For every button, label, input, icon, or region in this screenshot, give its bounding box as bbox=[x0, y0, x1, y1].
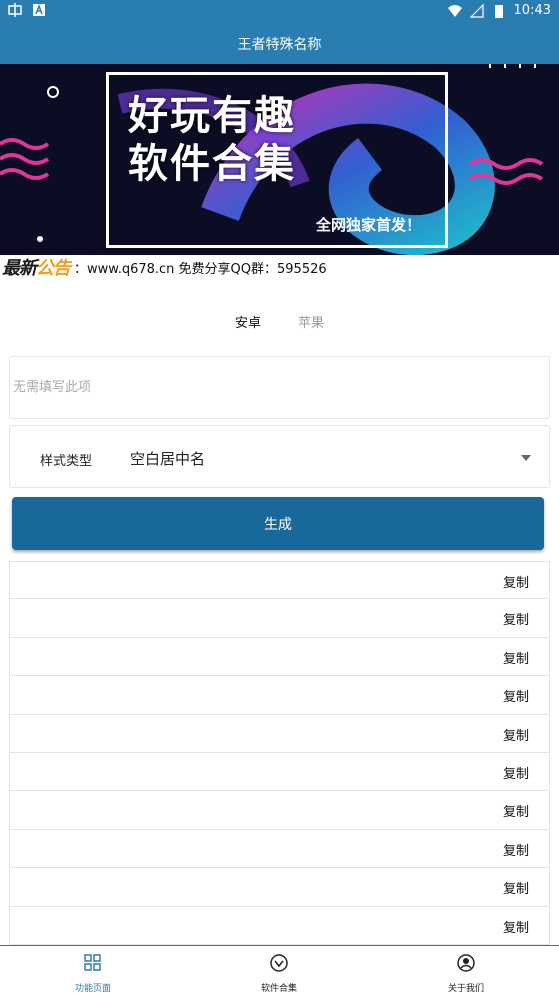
tab-ios[interactable]: 苹果 bbox=[298, 312, 324, 331]
style-select-label: 样式类型 bbox=[40, 454, 93, 469]
copy-button[interactable]: 复制 bbox=[503, 725, 529, 744]
style-select[interactable]: 样式类型 空白居中名 bbox=[9, 425, 550, 488]
banner-title-line2: 软件合集 bbox=[128, 141, 296, 187]
copy-button[interactable]: 复制 bbox=[503, 609, 529, 628]
nav-item-about[interactable]: 关于我们 bbox=[416, 950, 516, 995]
result-row: 复制 bbox=[9, 906, 550, 945]
style-select-value: 空白居中名 bbox=[130, 450, 206, 468]
copy-button[interactable]: 复制 bbox=[503, 840, 529, 859]
notice-badge-new: 最新 bbox=[2, 258, 37, 279]
copy-button[interactable]: 复制 bbox=[503, 686, 529, 705]
result-row: 复制 bbox=[9, 868, 550, 907]
result-row: 复制 bbox=[9, 714, 550, 753]
battery-icon bbox=[494, 4, 503, 18]
result-row: 复制 bbox=[9, 752, 550, 792]
copy-button[interactable]: 复制 bbox=[503, 572, 529, 591]
bottom-nav: 功能页面 软件合集 关于我们 bbox=[0, 945, 559, 994]
notice-badge: 最新公告 bbox=[0, 254, 71, 280]
promo-banner[interactable]: 好玩有趣 软件合集 全网独家首发！ bbox=[0, 64, 559, 255]
app-notification-icon bbox=[8, 3, 22, 17]
about-icon bbox=[457, 954, 475, 972]
grid-icon bbox=[84, 954, 101, 971]
notice-badge-announcement: 公告 bbox=[36, 258, 71, 279]
wifi-icon bbox=[447, 4, 462, 17]
result-row: 复制 bbox=[9, 637, 550, 677]
status-right: 10:43 bbox=[447, 3, 551, 18]
copy-button[interactable]: 复制 bbox=[503, 801, 529, 820]
result-row: 复制 bbox=[9, 561, 550, 600]
notice-bar: 最新公告 ：www.q678.cn 免费分享QQ群：595526 bbox=[0, 255, 559, 279]
app-bar: 王者特殊名称 bbox=[0, 24, 559, 64]
banner-subtitle: 全网独家首发！ bbox=[316, 216, 422, 234]
result-row: 复制 bbox=[9, 676, 550, 715]
status-time: 10:43 bbox=[513, 3, 551, 18]
tab-android[interactable]: 安卓 bbox=[235, 312, 261, 331]
copy-button[interactable]: 复制 bbox=[503, 648, 529, 667]
copy-button[interactable]: 复制 bbox=[503, 917, 529, 936]
results-list: 复制 复制 复制 复制 复制 复制 复制 复制 复制 复制 bbox=[9, 561, 550, 945]
collection-icon bbox=[270, 954, 288, 972]
no-signal-icon bbox=[469, 3, 484, 18]
result-row: 复制 bbox=[9, 829, 550, 869]
status-left bbox=[8, 3, 46, 17]
dropdown-caret-icon[interactable] bbox=[521, 455, 531, 461]
nav-item-collection[interactable]: 软件合集 bbox=[229, 950, 329, 995]
banner-title-line1: 好玩有趣 bbox=[128, 93, 296, 139]
nav-item-functions[interactable]: 功能页面 bbox=[43, 950, 143, 995]
copy-button[interactable]: 复制 bbox=[503, 763, 529, 782]
name-input-card bbox=[9, 356, 550, 419]
result-row: 复制 bbox=[9, 599, 550, 638]
platform-tabs: 安卓 苹果 bbox=[0, 312, 559, 334]
copy-button[interactable]: 复制 bbox=[503, 878, 529, 897]
notice-text: ：www.q678.cn 免费分享QQ群：595526 bbox=[74, 261, 327, 277]
page-title: 王者特殊名称 bbox=[237, 37, 322, 53]
status-bar: 10:43 bbox=[0, 0, 559, 24]
result-row: 复制 bbox=[9, 791, 550, 830]
generate-button[interactable]: 生成 bbox=[12, 497, 544, 550]
notification-a-icon bbox=[33, 3, 45, 16]
name-input[interactable] bbox=[10, 357, 549, 418]
banner-title: 好玩有趣 软件合集 bbox=[128, 92, 296, 188]
